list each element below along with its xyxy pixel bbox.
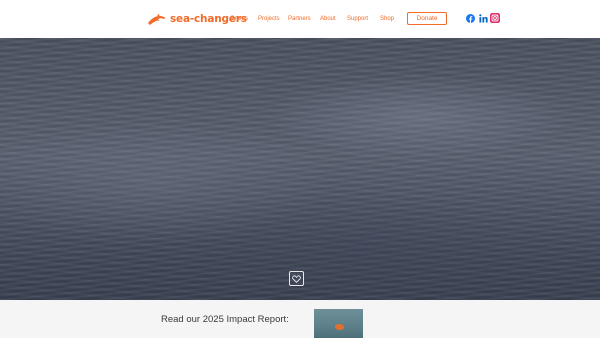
instagram-icon [490, 13, 500, 23]
thumbnail-subject [335, 324, 344, 330]
facebook-link[interactable] [465, 13, 475, 23]
nav-item-shop[interactable]: Shop [380, 16, 394, 22]
dolphin-logo-icon [148, 13, 166, 25]
donate-button[interactable]: Donate [407, 12, 447, 25]
nav-item-support[interactable]: Support [347, 16, 368, 22]
impact-report-section: Read our 2025 Impact Report: [0, 300, 600, 338]
linkedin-icon [478, 13, 488, 23]
facebook-icon [465, 13, 475, 23]
nav-item-projects[interactable]: Projects [258, 16, 280, 22]
instagram-link[interactable] [490, 13, 500, 23]
impact-report-thumbnail[interactable] [314, 309, 363, 338]
hero-ocean-image [0, 38, 600, 300]
impact-report-text: Read our 2025 Impact Report: [161, 314, 289, 325]
heart-icon [292, 274, 301, 283]
site-header: sea-changers Grants Projects Partners Ab… [0, 0, 600, 38]
nav-item-partners[interactable]: Partners [288, 16, 311, 22]
linkedin-link[interactable] [478, 13, 488, 23]
nav-item-about[interactable]: About [320, 16, 336, 22]
nav-item-grants[interactable]: Grants [230, 16, 248, 22]
like-button[interactable] [289, 271, 304, 286]
